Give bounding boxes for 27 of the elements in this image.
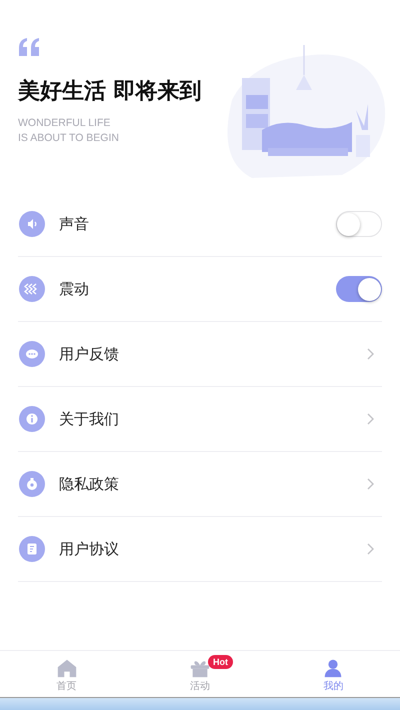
chevron-right-icon[interactable]	[366, 413, 374, 425]
setting-label: 隐私政策	[59, 474, 120, 494]
setting-label: 震动	[59, 280, 90, 298]
subtitle-line: WONDERFUL LIFE	[18, 116, 112, 131]
vibrate-icon	[19, 276, 45, 302]
toggle-switch[interactable]	[336, 276, 382, 302]
toggle-switch[interactable]	[336, 211, 382, 237]
quote-icon	[18, 38, 40, 56]
chevron-right-icon[interactable]	[366, 348, 374, 360]
hot-badge: Hot	[208, 655, 233, 669]
home-icon	[56, 657, 78, 679]
lock-icon	[19, 471, 45, 497]
setting-label: 声音	[59, 214, 90, 234]
tab-item[interactable]: 首页	[0, 657, 134, 697]
setting-label: 用户协议	[59, 540, 120, 558]
info-icon	[19, 406, 45, 432]
speaker-icon	[19, 211, 45, 237]
chat-icon	[19, 341, 45, 367]
page-title: 美好生活 即将来到	[18, 78, 203, 106]
tab-item[interactable]: 活动 Hot	[133, 657, 267, 697]
document-icon	[19, 536, 45, 562]
tab-item[interactable]: 我的	[266, 657, 400, 697]
chevron-right-icon[interactable]	[366, 543, 374, 555]
setting-label: 用户反馈	[59, 344, 120, 364]
setting-label: 关于我们	[59, 410, 120, 428]
subtitle-line: IS ABOUT TO BEGIN	[18, 131, 120, 146]
chevron-right-icon[interactable]	[366, 478, 374, 490]
